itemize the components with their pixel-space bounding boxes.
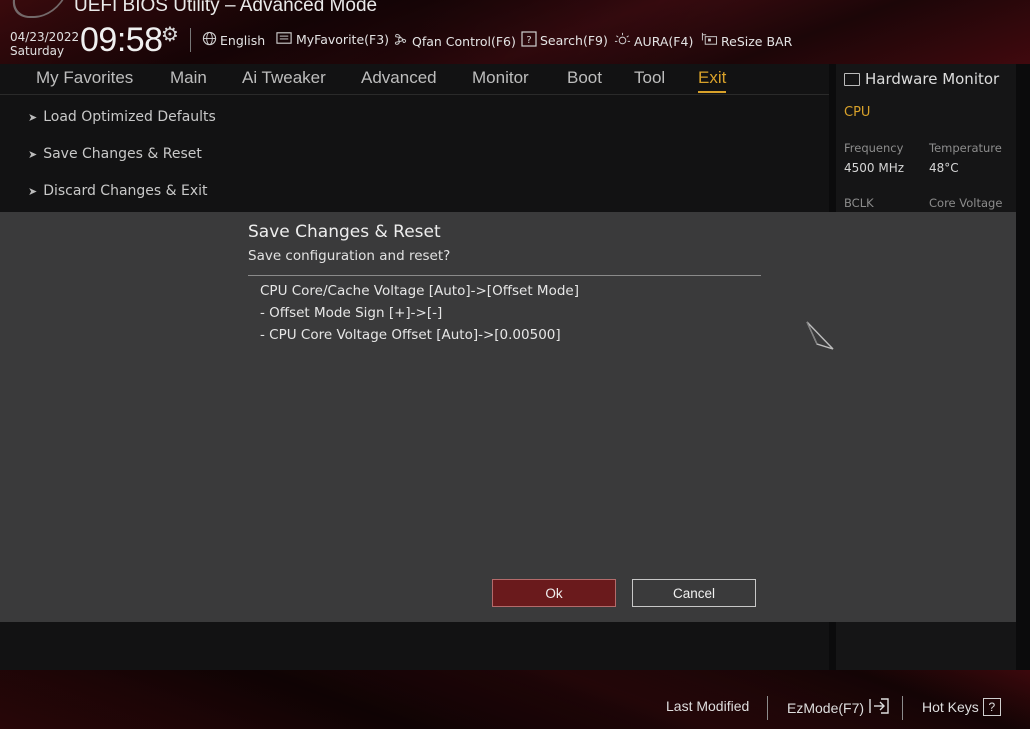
change-line: - CPU Core Voltage Offset [Auto]->[0.005… [260, 327, 561, 343]
save-reset-dialog: Save Changes & Reset Save configuration … [0, 212, 1016, 622]
menu-item-label: Save Changes & Reset [43, 146, 202, 162]
menu-item-label: Discard Changes & Exit [43, 183, 208, 199]
hw-section-cpu: CPU [844, 105, 871, 120]
hardware-monitor-label: Hardware Monitor [865, 70, 1000, 88]
dialog-subtitle: Save configuration and reset? [248, 248, 451, 264]
resizebar-button[interactable]: ReSize BAR [700, 31, 792, 51]
exit-arrow-icon [868, 698, 890, 717]
favorite-icon [276, 31, 293, 48]
mouse-cursor-icon [806, 321, 834, 350]
help-icon: ? [982, 698, 1001, 716]
tab-my-favorites[interactable]: My Favorites [36, 68, 133, 88]
date-display: 04/23/2022 [10, 30, 80, 44]
cancel-button[interactable]: Cancel [632, 579, 756, 607]
day-display: Saturday [10, 44, 65, 58]
arrow-right-icon: ➤ [28, 148, 38, 161]
tab-monitor[interactable]: Monitor [472, 68, 529, 88]
app-title: UEFI BIOS Utility – Advanced Mode [74, 0, 378, 16]
hotkeys-label: Hot Keys [922, 699, 979, 715]
hw-value-temperature: 48°C [929, 161, 959, 175]
ezmode-label: EzMode(F7) [787, 699, 865, 716]
main-nav: My Favorites Main Ai Tweaker Advanced Mo… [0, 64, 829, 95]
globe-icon [202, 31, 217, 49]
tab-exit[interactable]: Exit [698, 68, 727, 93]
tab-tool[interactable]: Tool [634, 68, 665, 88]
header-bar: UEFI BIOS Utility – Advanced Mode 04/23/… [0, 0, 1030, 64]
language-button[interactable]: English [202, 31, 265, 49]
svg-text:?: ? [526, 35, 531, 46]
rog-logo-icon [5, 0, 67, 18]
hw-label-core-voltage: Core Voltage [929, 196, 1003, 210]
search-button[interactable]: ? Search(F9) [521, 31, 608, 50]
hw-label-frequency: Frequency [844, 141, 904, 155]
resizebar-icon [700, 31, 718, 51]
search-label: Search(F9) [540, 33, 608, 48]
hw-label-bclk: BCLK [844, 196, 874, 210]
arrow-right-icon: ➤ [28, 111, 38, 124]
tab-advanced[interactable]: Advanced [361, 68, 437, 88]
ezmode-button[interactable]: EzMode(F7) [787, 698, 890, 717]
tab-main[interactable]: Main [170, 68, 207, 88]
header-divider [190, 28, 191, 52]
hw-label-temperature: Temperature [929, 141, 1002, 155]
menu-item-load-defaults[interactable]: ➤ Load Optimized Defaults [28, 109, 216, 125]
qfan-label: Qfan Control(F6) [412, 33, 516, 49]
aura-label: AURA(F4) [634, 33, 694, 49]
ok-button[interactable]: Ok [492, 579, 616, 607]
resizebar-label: ReSize BAR [721, 33, 793, 49]
hw-value-frequency: 4500 MHz [844, 161, 905, 175]
footer-bar: Last Modified EzMode(F7) Hot Keys ? [0, 670, 1030, 729]
aura-button[interactable]: AURA(F4) [614, 31, 693, 51]
dialog-title: Save Changes & Reset [248, 222, 441, 242]
last-modified-button[interactable]: Last Modified [666, 698, 749, 714]
tab-boot[interactable]: Boot [567, 68, 602, 88]
monitor-icon [844, 72, 860, 86]
myfavorite-label: MyFavorite(F3) [296, 32, 390, 47]
myfavorite-button[interactable]: MyFavorite(F3) [276, 31, 389, 48]
last-modified-label: Last Modified [666, 698, 750, 714]
search-icon: ? [521, 31, 537, 50]
change-line: - Offset Mode Sign [+]->[-] [260, 305, 443, 321]
tab-ai-tweaker[interactable]: Ai Tweaker [242, 68, 326, 88]
menu-item-save-reset[interactable]: ➤ Save Changes & Reset [28, 146, 202, 162]
footer-divider [902, 696, 903, 720]
qfan-button[interactable]: Qfan Control(F6) [392, 31, 516, 51]
dialog-divider [248, 275, 761, 276]
change-line: CPU Core/Cache Voltage [Auto]->[Offset M… [260, 283, 579, 299]
language-label: English [220, 32, 266, 48]
arrow-right-icon: ➤ [28, 185, 38, 198]
gear-icon[interactable]: ⚙ [161, 22, 179, 46]
footer-divider [767, 696, 768, 720]
clock-display: 09:58 [80, 21, 163, 59]
aura-icon [614, 31, 631, 51]
fan-icon [392, 31, 409, 51]
menu-item-label: Load Optimized Defaults [43, 109, 216, 125]
menu-item-discard-exit[interactable]: ➤ Discard Changes & Exit [28, 183, 208, 199]
hotkeys-button[interactable]: Hot Keys ? [922, 698, 1001, 716]
hardware-monitor-title: Hardware Monitor [844, 70, 999, 88]
